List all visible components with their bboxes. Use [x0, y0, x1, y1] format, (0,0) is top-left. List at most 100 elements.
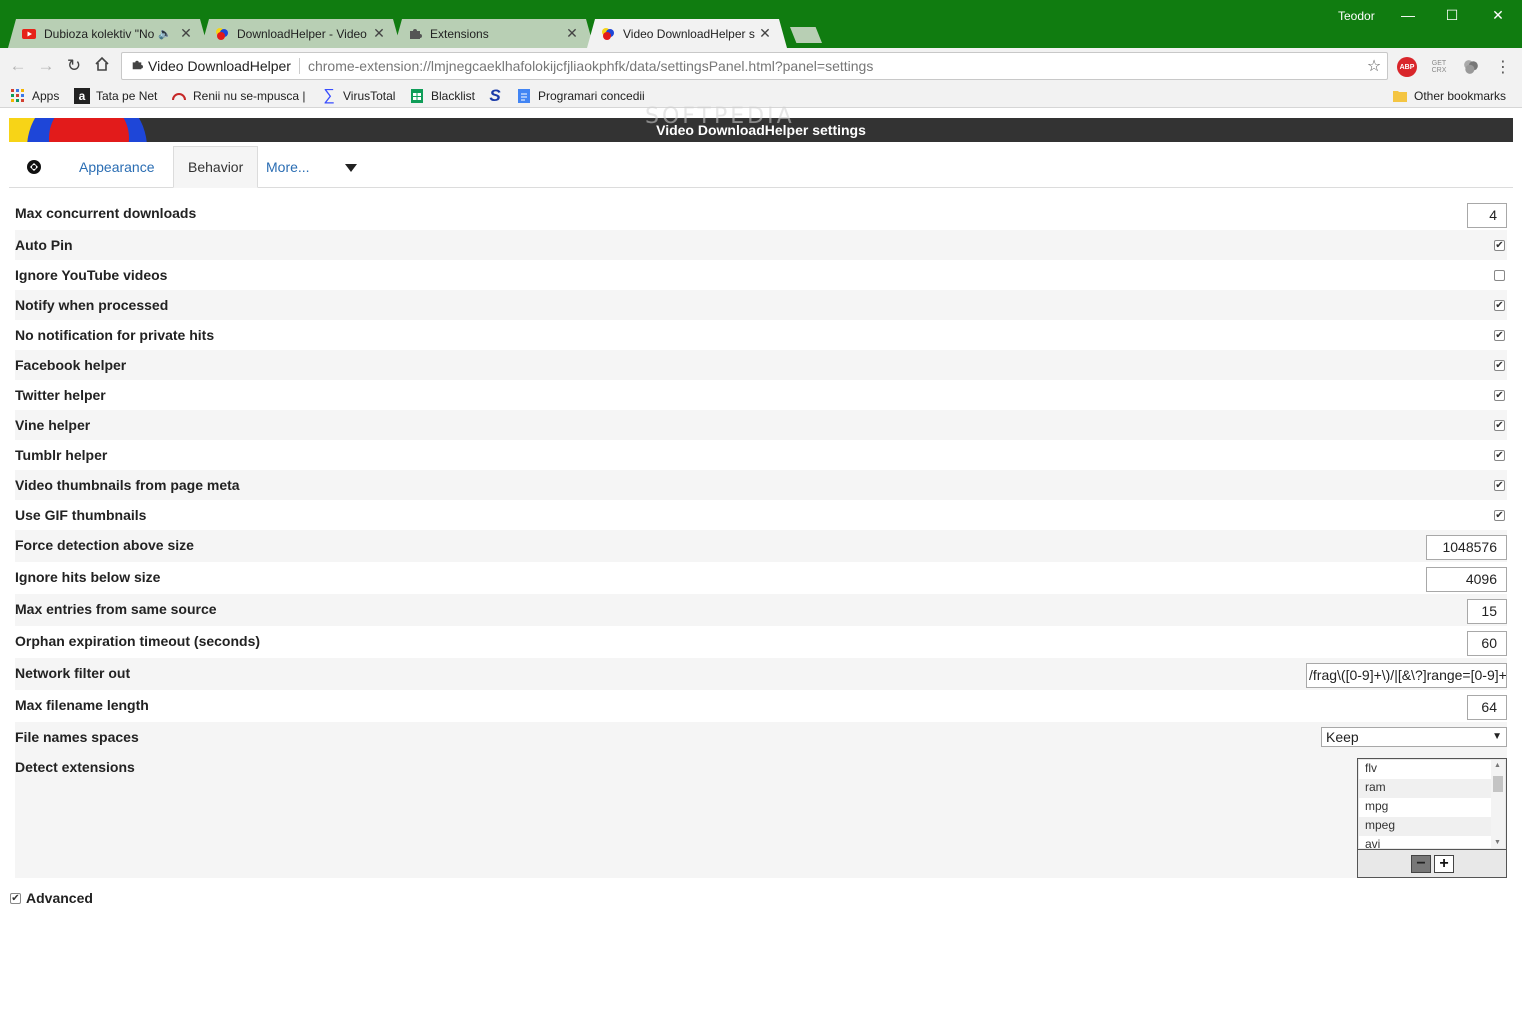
vine-helper-checkbox[interactable]: ✔: [1494, 420, 1505, 431]
setting-detect-extensions: Detect extensions flv ram mpg mpeg avi ▲…: [15, 752, 1507, 878]
setting-label: Auto Pin: [15, 237, 73, 253]
filename-spaces-select[interactable]: Keep ▼: [1321, 727, 1507, 747]
video-thumbnails-checkbox[interactable]: ✔: [1494, 480, 1505, 491]
close-tab-icon[interactable]: ✕: [371, 25, 387, 42]
max-entries-input[interactable]: 15: [1467, 599, 1507, 624]
no-notification-private-checkbox[interactable]: ✔: [1494, 330, 1505, 341]
menu-kebab-icon[interactable]: ⋮: [1493, 57, 1513, 77]
adblock-plus-icon[interactable]: ABP: [1397, 57, 1417, 77]
close-tab-icon[interactable]: ✕: [178, 25, 194, 42]
ignore-youtube-checkbox[interactable]: [1494, 270, 1505, 281]
list-item[interactable]: flv: [1359, 760, 1491, 779]
setting-label: Ignore YouTube videos: [15, 267, 168, 283]
list-item[interactable]: avi: [1359, 836, 1491, 848]
softpedia-watermark: SOFTPEDIA: [645, 104, 795, 129]
puzzle-icon: [126, 59, 148, 74]
bookmark-blacklist[interactable]: Blacklist: [409, 87, 475, 105]
back-arrow-icon[interactable]: ←: [8, 56, 28, 76]
more-dropdown-icon[interactable]: [345, 159, 359, 173]
setting-video-thumbnails: Video thumbnails from page meta ✔: [15, 470, 1507, 500]
bookmark-star-icon[interactable]: ☆: [1361, 56, 1387, 76]
settings-panel-icon[interactable]: [25, 158, 43, 176]
twitter-helper-checkbox[interactable]: ✔: [1494, 390, 1505, 401]
tab-appearance[interactable]: Appearance: [65, 146, 169, 188]
select-value: Keep: [1326, 729, 1359, 745]
ignore-hits-input[interactable]: 4096: [1426, 567, 1507, 592]
close-tab-icon[interactable]: ✕: [564, 25, 580, 42]
bookmark-label: Tata pe Net: [96, 89, 158, 103]
notify-processed-checkbox[interactable]: ✔: [1494, 300, 1505, 311]
scrollbar-thumb[interactable]: [1493, 776, 1503, 792]
get-crx-icon[interactable]: GET CRX: [1429, 57, 1449, 77]
bookmark-label: Apps: [32, 89, 60, 103]
bookmark-s[interactable]: S: [487, 86, 509, 105]
window-titlebar: Dubioza kolektiv "No 🔈 ✕ DownloadHelper …: [0, 0, 1522, 48]
list-item[interactable]: mpg: [1359, 798, 1491, 817]
new-tab-button[interactable]: [790, 27, 822, 43]
orphan-timeout-input[interactable]: 60: [1467, 631, 1507, 656]
force-detection-input[interactable]: 1048576: [1426, 535, 1507, 560]
maximize-icon[interactable]: ☐: [1442, 5, 1462, 25]
minimize-icon[interactable]: —: [1398, 5, 1418, 25]
bookmark-renii[interactable]: Renii nu se-mpusca |: [171, 87, 306, 105]
setting-label: Notify when processed: [15, 297, 169, 313]
setting-twitter-helper: Twitter helper ✔: [15, 380, 1507, 410]
list-item[interactable]: mpeg: [1359, 817, 1491, 836]
dh-toolbar-icon[interactable]: [1461, 57, 1481, 77]
setting-facebook-helper: Facebook helper ✔: [15, 350, 1507, 380]
forward-arrow-icon[interactable]: →: [36, 56, 56, 76]
browser-tab-youtube[interactable]: Dubioza kolektiv "No 🔈 ✕: [8, 19, 208, 48]
browser-tab-extensions[interactable]: Extensions ✕: [394, 19, 594, 48]
address-bar[interactable]: Video DownloadHelper chrome-extension://…: [121, 52, 1388, 80]
profile-name[interactable]: Teodor: [1338, 9, 1375, 23]
setting-label: Use GIF thumbnails: [15, 507, 147, 523]
setting-label: Vine helper: [15, 417, 91, 433]
setting-notify-processed: Notify when processed ✔: [15, 290, 1507, 320]
scroll-up-icon[interactable]: ▲: [1494, 762, 1501, 769]
url-text[interactable]: chrome-extension://lmjnegcaeklhafolokijc…: [308, 58, 1361, 74]
bookmark-tata-pe-net[interactable]: a Tata pe Net: [74, 87, 157, 105]
tumblr-helper-checkbox[interactable]: ✔: [1494, 450, 1505, 461]
auto-pin-checkbox[interactable]: ✔: [1494, 240, 1505, 251]
tab-title: Extensions: [430, 26, 489, 41]
a-letter-icon: a: [74, 88, 90, 104]
remove-extension-button[interactable]: −: [1411, 855, 1431, 873]
tab-more[interactable]: More...: [252, 146, 324, 188]
bookmark-programari[interactable]: Programari concedii: [516, 87, 645, 105]
folder-icon: [1392, 88, 1408, 104]
home-icon[interactable]: [92, 56, 112, 76]
bookmark-virustotal[interactable]: ∑ VirusTotal: [321, 87, 395, 105]
tab-behavior[interactable]: Behavior: [173, 146, 259, 188]
speaker-icon[interactable]: 🔈: [158, 27, 172, 40]
apps-grid-icon: [10, 88, 26, 104]
extensions-listbox[interactable]: flv ram mpg mpeg avi ▲ ▼: [1359, 760, 1505, 848]
list-scrollbar[interactable]: ▲ ▼: [1491, 760, 1505, 848]
network-filter-input[interactable]: /frag\([0-9]+\)/|[&\?]range=[0-9]+: [1306, 663, 1507, 688]
reload-icon[interactable]: ↻: [64, 56, 84, 76]
setting-label: Network filter out: [15, 665, 131, 681]
bookmark-label: VirusTotal: [343, 89, 396, 103]
browser-tab-settings[interactable]: Video DownloadHelper s ✕: [587, 19, 787, 48]
close-tab-icon[interactable]: ✕: [757, 25, 773, 42]
browser-tab-downloadhelper[interactable]: DownloadHelper - Video ✕: [201, 19, 401, 48]
setting-label: Facebook helper: [15, 357, 127, 373]
chevron-down-icon: ▼: [1492, 731, 1502, 742]
gif-thumbnails-checkbox[interactable]: ✔: [1494, 510, 1505, 521]
facebook-helper-checkbox[interactable]: ✔: [1494, 360, 1505, 371]
list-item[interactable]: ram: [1359, 779, 1491, 798]
advanced-checkbox[interactable]: ✔: [10, 892, 21, 904]
setting-max-filename: Max filename length 64: [15, 690, 1507, 722]
advanced-label: Advanced: [26, 890, 93, 906]
setting-label: Ignore hits below size: [15, 569, 161, 585]
setting-label: No notification for private hits: [15, 327, 215, 343]
other-bookmarks[interactable]: Other bookmarks: [1392, 87, 1506, 105]
max-concurrent-downloads-input[interactable]: 4: [1467, 203, 1507, 228]
bookmark-apps[interactable]: Apps: [10, 87, 59, 105]
settings-list: Max concurrent downloads 4 Auto Pin ✔ Ig…: [15, 198, 1507, 878]
setting-label: Video thumbnails from page meta: [15, 477, 240, 493]
close-window-icon[interactable]: ✕: [1488, 5, 1508, 25]
add-extension-button[interactable]: +: [1434, 855, 1454, 873]
advanced-toggle[interactable]: ✔ Advanced: [10, 890, 93, 906]
max-filename-input[interactable]: 64: [1467, 695, 1507, 720]
scroll-down-icon[interactable]: ▼: [1494, 839, 1501, 846]
